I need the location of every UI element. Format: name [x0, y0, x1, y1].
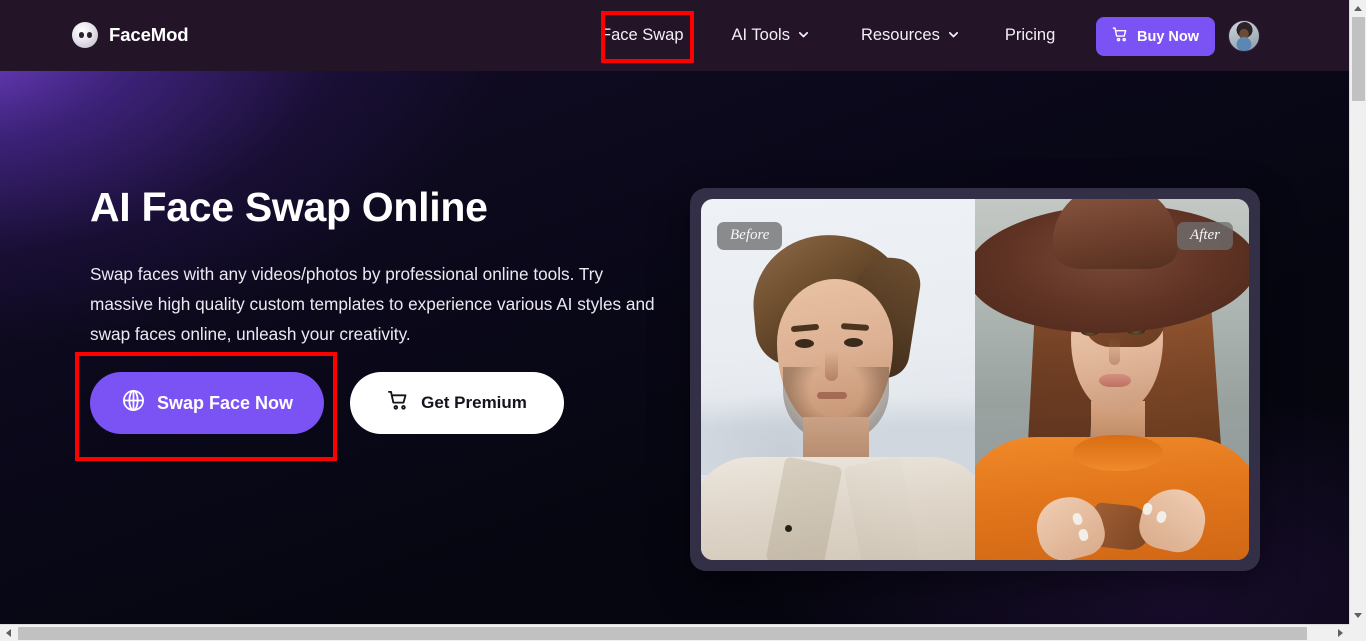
- after-illustration: [975, 199, 1249, 560]
- before-illustration: [701, 199, 975, 560]
- horizontal-scrollbar-thumb[interactable]: [18, 627, 1307, 640]
- horizontal-scrollbar[interactable]: [0, 624, 1366, 641]
- swap-face-now-button[interactable]: Swap Face Now: [90, 372, 324, 434]
- scroll-right-arrow-icon[interactable]: [1332, 625, 1349, 641]
- browser-page-viewport: FaceMod Face Swap AI Tools Resources Pri…: [0, 0, 1349, 624]
- buy-now-button[interactable]: Buy Now: [1096, 17, 1215, 56]
- hero-section: AI Face Swap Online Swap faces with any …: [0, 71, 1349, 624]
- site-header: FaceMod Face Swap AI Tools Resources Pri…: [0, 0, 1349, 71]
- nav-label-face-swap: Face Swap: [601, 26, 684, 44]
- scrollbar-corner: [1349, 624, 1366, 641]
- after-image: After: [975, 199, 1249, 560]
- user-profile-avatar[interactable]: [1228, 20, 1260, 52]
- before-after-showcase-card: Before After: [690, 188, 1260, 571]
- shopping-cart-icon: [1112, 26, 1129, 48]
- nav-item-pricing[interactable]: Pricing: [1005, 26, 1055, 45]
- scroll-up-arrow-icon[interactable]: [1350, 0, 1366, 17]
- nav-label-ai-tools: AI Tools: [731, 26, 790, 44]
- nav-item-ai-tools[interactable]: AI Tools: [732, 26, 809, 45]
- scroll-down-arrow-icon[interactable]: [1350, 607, 1366, 624]
- nav-label-pricing: Pricing: [1004, 26, 1056, 44]
- chevron-down-icon: [948, 29, 959, 40]
- nav-item-face-swap[interactable]: Face Swap: [601, 26, 684, 45]
- hero-cta-row: Swap Face Now Get Premium: [90, 372, 564, 434]
- vertical-scrollbar[interactable]: [1349, 0, 1366, 624]
- after-badge: After: [1177, 222, 1233, 251]
- before-image: Before: [701, 199, 975, 560]
- shopping-cart-icon: [387, 389, 410, 417]
- before-badge: Before: [717, 222, 783, 251]
- vertical-scrollbar-thumb[interactable]: [1352, 17, 1365, 101]
- get-premium-button[interactable]: Get Premium: [350, 372, 564, 434]
- nav-label-resources: Resources: [860, 26, 940, 44]
- swap-face-now-label: Swap Face Now: [156, 392, 294, 413]
- face-circle-logo-icon: [72, 22, 98, 48]
- brand-name: FaceMod: [109, 24, 189, 45]
- buy-now-label: Buy Now: [1136, 28, 1200, 45]
- page-title: AI Face Swap Online: [90, 184, 488, 230]
- get-premium-label: Get Premium: [421, 393, 527, 412]
- brand-logo[interactable]: FaceMod: [72, 22, 189, 48]
- main-navigation: Face Swap AI Tools Resources Pricing: [601, 0, 1055, 71]
- globe-icon: [121, 388, 146, 418]
- scroll-left-arrow-icon[interactable]: [0, 625, 17, 641]
- chevron-down-icon: [798, 29, 809, 40]
- nav-item-resources[interactable]: Resources: [861, 26, 959, 45]
- hero-description: Swap faces with any videos/photos by pro…: [90, 264, 655, 344]
